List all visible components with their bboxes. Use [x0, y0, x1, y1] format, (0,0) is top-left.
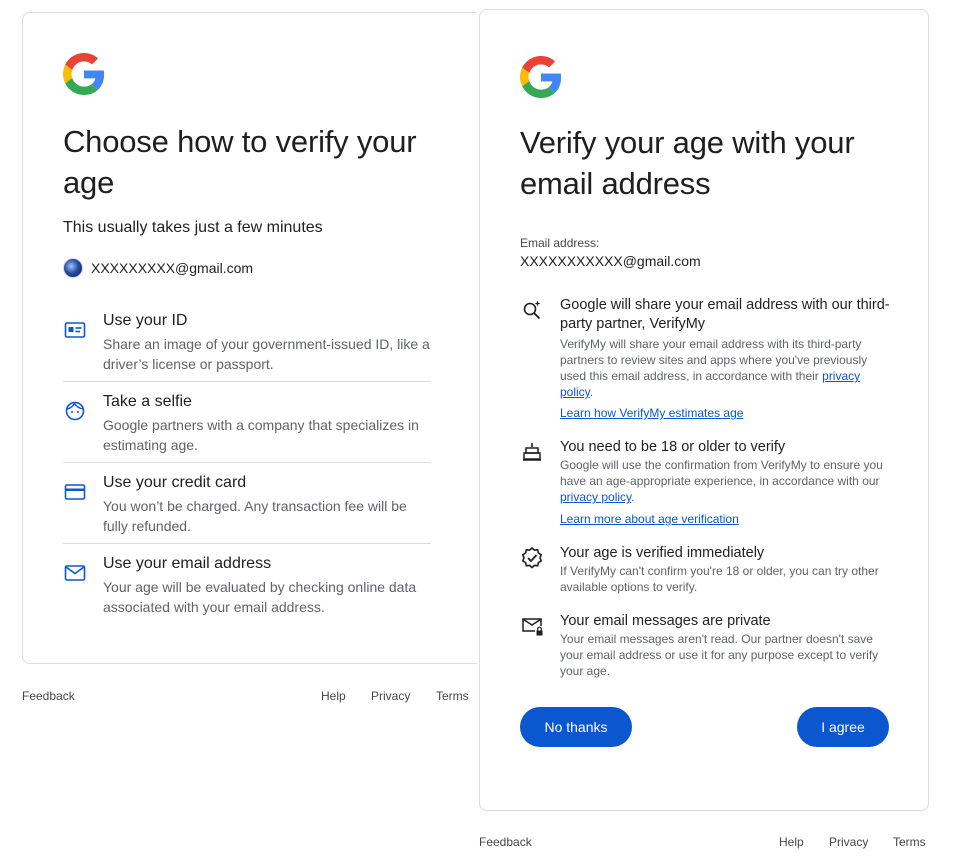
option-use-id[interactable]: Use your ID Share an image of your gover…	[63, 312, 431, 382]
mail-icon	[64, 565, 86, 581]
info-title: You need to be 18 or older to verify	[560, 439, 786, 455]
privacy-policy-link[interactable]: privacy policy	[560, 490, 631, 504]
cake-icon	[523, 443, 541, 461]
terms-link[interactable]: Terms	[893, 835, 926, 849]
google-logo-icon	[63, 53, 105, 95]
avatar	[63, 258, 83, 278]
info-title: Your age is verified immediately	[560, 545, 765, 561]
email-label: Email address:	[520, 236, 600, 250]
learn-age-verification-link[interactable]: Learn more about age verification	[560, 512, 739, 526]
info-title: Google will share your email address wit…	[560, 297, 890, 332]
option-description: Google partners with a company that spec…	[103, 417, 419, 453]
no-thanks-button[interactable]: No thanks	[520, 707, 632, 747]
email-value: XXXXXXXXXXX@gmail.com	[520, 253, 701, 269]
option-title: Use your email address	[103, 555, 272, 572]
google-logo-icon	[520, 56, 562, 98]
info-title: Your email messages are private	[560, 613, 771, 629]
privacy-link[interactable]: Privacy	[829, 835, 868, 849]
choose-method-card: Choose how to verify your age This usual…	[22, 12, 477, 664]
verify-email-card: Verify your age with your email address …	[479, 9, 929, 811]
info-description: Your email messages aren't read. Our par…	[560, 632, 879, 678]
option-title: Use your credit card	[103, 474, 247, 491]
i-agree-button[interactable]: I agree	[797, 707, 889, 747]
id-card-icon	[64, 322, 86, 338]
option-take-selfie[interactable]: Take a selfie Google partners with a com…	[63, 393, 431, 463]
option-title: Take a selfie	[103, 393, 192, 410]
credit-card-icon	[64, 484, 86, 500]
option-title: Use your ID	[103, 312, 188, 329]
search-sparkle-icon	[523, 300, 541, 320]
info-item-messages-private: Your email messages are private Your ema…	[520, 612, 890, 682]
option-email-address[interactable]: Use your email address Your age will be …	[63, 555, 431, 625]
help-link[interactable]: Help	[779, 835, 804, 849]
page-title: Verify your age with your email address	[520, 125, 855, 201]
option-description: Your age will be evaluated by checking o…	[103, 579, 417, 615]
info-item-age-requirement: You need to be 18 or older to verify Goo…	[520, 438, 890, 528]
info-description: If VerifyMy can't confirm you're 18 or o…	[560, 564, 879, 594]
option-description: Share an image of your government-issued…	[103, 336, 430, 372]
info-item-verified-immediately: Your age is verified immediately If Veri…	[520, 544, 890, 596]
info-item-share-email: Google will share your email address wit…	[520, 296, 890, 424]
page-title: Choose how to verify your age	[63, 124, 417, 200]
verified-check-icon	[521, 546, 543, 569]
option-description: You won’t be charged. Any transaction fe…	[103, 498, 407, 534]
face-icon	[65, 401, 85, 421]
feedback-link[interactable]: Feedback	[22, 689, 75, 703]
account-email: XXXXXXXXX@gmail.com	[91, 260, 254, 276]
account-chip[interactable]: XXXXXXXXX@gmail.com	[63, 258, 253, 278]
info-description: Google will use the confirmation from Ve…	[560, 458, 883, 504]
info-description: VerifyMy will share your email address w…	[560, 337, 868, 399]
page-subtitle: This usually takes just a few minutes	[63, 219, 323, 236]
learn-verifymy-link[interactable]: Learn how VerifyMy estimates age	[560, 406, 743, 420]
privacy-link[interactable]: Privacy	[371, 689, 410, 703]
feedback-link[interactable]: Feedback	[479, 835, 532, 849]
mail-lock-icon	[522, 618, 543, 636]
option-credit-card[interactable]: Use your credit card You won’t be charge…	[63, 474, 431, 544]
help-link[interactable]: Help	[321, 689, 346, 703]
terms-link[interactable]: Terms	[436, 689, 469, 703]
